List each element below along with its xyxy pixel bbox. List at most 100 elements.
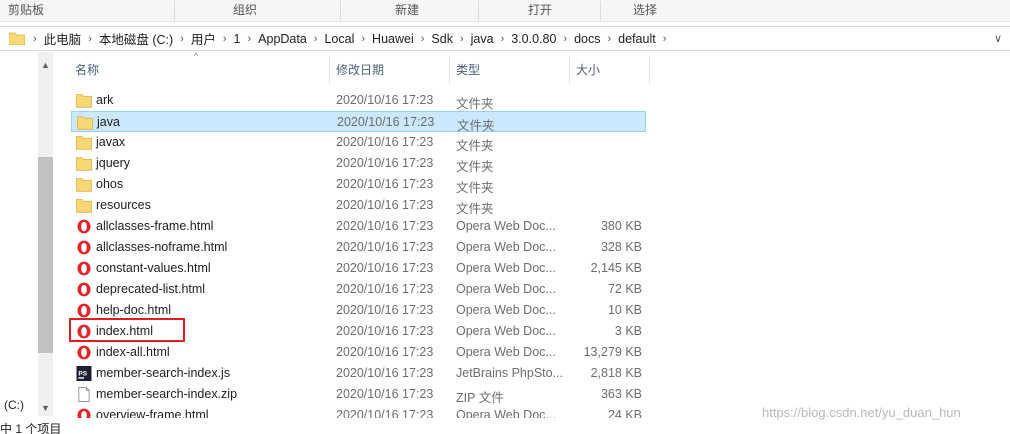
breadcrumb-item[interactable]: default (618, 32, 656, 46)
chevron-right-icon[interactable]: › (88, 33, 92, 45)
column-separator[interactable] (569, 57, 570, 84)
file-date: 2020/10/16 17:23 (336, 177, 434, 191)
column-separator[interactable] (449, 57, 450, 84)
chevron-right-icon[interactable]: › (460, 33, 464, 45)
opera-icon (76, 240, 92, 255)
chevron-right-icon[interactable]: › (663, 33, 667, 45)
file-type: 文件夹 (456, 97, 494, 111)
column-separator[interactable] (649, 57, 650, 84)
ribbon-separator (478, 1, 479, 21)
file-date: 2020/10/16 17:23 (336, 366, 434, 380)
file-size: 380 KB (600, 219, 642, 233)
file-size: 13,279 KB (583, 345, 642, 359)
breadcrumb-item[interactable]: AppData (258, 32, 307, 46)
file-date: 2020/10/16 17:23 (336, 240, 434, 254)
file-row[interactable]: constant-values.html 2020/10/16 17:23 Oper… (71, 258, 646, 279)
breadcrumb-item[interactable]: Huawei (372, 32, 414, 46)
file-type: ZIP 文件 (456, 391, 504, 405)
chevron-right-icon[interactable]: › (501, 33, 505, 45)
address-bar[interactable]: › 此电脑 › 本地磁盘 (C:) › 用户 › 1 › AppData › Local › Huawei… (0, 26, 1010, 51)
file-row[interactable]: member-search-index.zip 2020/10/16 17:23 Z… (71, 384, 646, 405)
file-date: 2020/10/16 17:23 (336, 387, 434, 401)
file-name: allclasses-noframe.html (96, 240, 228, 254)
file-date: 2020/10/16 17:23 (336, 198, 434, 212)
column-header-name[interactable]: 名称 (75, 56, 325, 84)
scroll-up-icon[interactable]: ▲ (38, 58, 53, 73)
file-name: jquery (96, 156, 131, 170)
file-row[interactable]: resources 2020/10/16 17:23 文件夹 (71, 195, 646, 216)
chevron-right-icon[interactable]: › (180, 33, 184, 45)
file-row[interactable]: ark 2020/10/16 17:23 文件夹 (71, 90, 646, 111)
breadcrumb-item[interactable]: 本地磁盘 (C:) (99, 29, 173, 48)
chevron-right-icon[interactable]: › (563, 33, 567, 45)
file-row[interactable]: javax 2020/10/16 17:23 文件夹 (71, 132, 646, 153)
chevron-right-icon[interactable]: › (421, 33, 425, 45)
breadcrumb-item[interactable]: java (471, 32, 494, 46)
file-type: Opera Web Doc... (456, 282, 556, 296)
column-header-size[interactable]: 大小 (576, 56, 646, 84)
breadcrumb-item[interactable]: docs (574, 32, 600, 46)
status-text: 中 1 个项目 (0, 422, 62, 434)
opera-icon (76, 219, 92, 234)
breadcrumb-item[interactable]: Sdk (431, 32, 453, 46)
folder-icon (76, 93, 92, 108)
chevron-right-icon[interactable]: › (33, 33, 37, 45)
folder-icon (76, 135, 92, 150)
breadcrumb-item[interactable]: 3.0.0.80 (511, 32, 556, 46)
ribbon-group-open[interactable]: 打开 (528, 2, 552, 20)
ribbon-group-organize[interactable]: 组织 (233, 2, 257, 20)
breadcrumb-item[interactable]: 1 (234, 32, 241, 46)
zip-file-icon (76, 387, 92, 402)
file-date: 2020/10/16 17:23 (336, 156, 434, 170)
file-size: 2,818 KB (590, 366, 642, 380)
ribbon-group-select[interactable]: 选择 (633, 2, 657, 20)
file-size: 10 KB (607, 303, 642, 317)
highlight-annotation (69, 318, 185, 342)
ribbon-group-new[interactable]: 新建 (395, 2, 419, 20)
scroll-down-icon[interactable]: ▼ (38, 401, 53, 416)
folder-icon (76, 156, 92, 171)
nav-scrollbar-thumb[interactable] (38, 157, 53, 353)
file-row[interactable]: allclasses-frame.html 2020/10/16 17:23 Ope… (71, 216, 646, 237)
ribbon-group-clipboard[interactable]: 剪贴板 (8, 2, 44, 20)
file-name: ark (96, 93, 114, 107)
file-row[interactable]: deprecated-list.html 2020/10/16 17:23 Oper… (71, 279, 646, 300)
watermark: https://blog.csdn.net/yu_duan_hun (762, 405, 961, 420)
file-row[interactable]: index-all.html 2020/10/16 17:23 Opera Web … (71, 342, 646, 363)
chevron-right-icon[interactable]: › (223, 33, 227, 45)
file-name: allclasses-frame.html (96, 219, 214, 233)
column-header-type[interactable]: 类型 (456, 56, 566, 84)
file-name: javax (96, 135, 126, 149)
chevron-right-icon[interactable]: › (247, 33, 251, 45)
status-bar: 中 1 个项目 (0, 418, 1010, 434)
ribbon-separator (600, 1, 601, 21)
file-row[interactable]: java 2020/10/16 17:23 文件夹 (71, 111, 646, 133)
ribbon: 剪贴板 组织 新建 打开 选择 (0, 0, 1010, 22)
breadcrumb-item[interactable]: 用户 (191, 29, 216, 48)
file-name: ohos (96, 177, 124, 191)
file-name: member-search-index.zip (96, 387, 238, 401)
file-date: 2020/10/16 17:23 (336, 282, 434, 296)
breadcrumb-item[interactable]: 此电脑 (44, 29, 82, 48)
file-row[interactable]: jquery 2020/10/16 17:23 文件夹 (71, 153, 646, 174)
opera-icon (76, 261, 92, 276)
file-size: 363 KB (600, 387, 642, 401)
chevron-right-icon[interactable]: › (314, 33, 318, 45)
chevron-right-icon[interactable]: › (608, 33, 612, 45)
file-row[interactable]: allclasses-noframe.html 2020/10/16 17:23 O… (71, 237, 646, 258)
file-name: constant-values.html (96, 261, 211, 275)
file-size: 2,145 KB (590, 261, 642, 275)
nav-item-drive-c[interactable]: (C:) (4, 398, 24, 412)
breadcrumb: › 此电脑 › 本地磁盘 (C:) › 用户 › 1 › AppData › Local › Huawei… (26, 27, 673, 50)
chevron-down-icon[interactable]: ∨ (990, 31, 1006, 47)
file-row[interactable]: ohos 2020/10/16 17:23 文件夹 (71, 174, 646, 195)
breadcrumb-item[interactable]: Local (324, 32, 354, 46)
column-separator[interactable] (329, 57, 330, 84)
file-row[interactable]: PS member-search-index.js 2020/10/16 17:23… (71, 363, 646, 384)
column-header-date[interactable]: 修改日期 (336, 56, 446, 84)
opera-icon (76, 303, 92, 318)
file-type: Opera Web Doc... (456, 261, 556, 275)
chevron-right-icon[interactable]: › (361, 33, 365, 45)
file-name: java (97, 115, 120, 129)
file-name: resources (96, 198, 151, 212)
